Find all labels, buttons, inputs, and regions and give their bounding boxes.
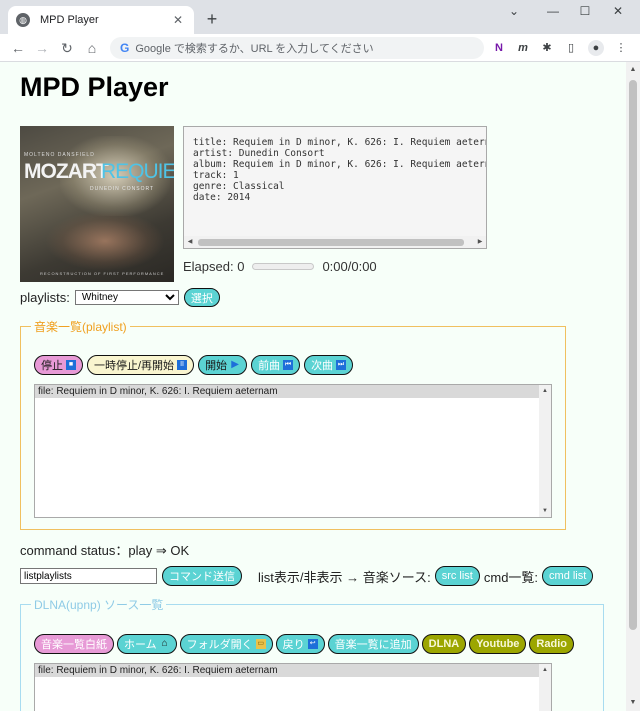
dlna-group-legend: DLNA(upnp) ソース一覧: [34, 598, 164, 612]
play-button[interactable]: 開始 ▶: [198, 355, 248, 375]
playlist-listbox[interactable]: file: Requiem in D minor, K. 626: I. Req…: [34, 384, 552, 518]
cmd-list-label: cmd一覧:: [483, 569, 539, 585]
playback-controls: 停止 ■ 一時停止/再開始 II 開始 ▶ 前曲 ⏮ 次曲 ⏭: [34, 355, 354, 375]
maximize-button[interactable]: ☐: [571, 4, 599, 18]
playlist-scrollbar[interactable]: ▲ ▼: [539, 385, 551, 517]
previous-track-button[interactable]: 前曲 ⏮: [251, 355, 301, 375]
next-icon: ⏭: [336, 360, 347, 370]
pause-resume-button[interactable]: 一時停止/再開始 II: [87, 355, 195, 375]
scroll-down-icon[interactable]: ▼: [626, 697, 640, 709]
elapsed-row: Elapsed: 0 0:00/0:00: [183, 259, 377, 274]
address-placeholder: Google で検索するか、URL を入力してください: [135, 43, 374, 55]
elapsed-progress-bar[interactable]: [252, 263, 315, 270]
reload-icon[interactable]: ↻: [57, 38, 77, 58]
youtube-source-button[interactable]: Youtube: [469, 634, 527, 654]
album-art: MOLTENO DANSFIELD MOZART REQUIEM DUNEDIN…: [20, 126, 174, 282]
google-icon: G: [120, 41, 130, 55]
profile-avatar-icon[interactable]: ●: [588, 40, 604, 56]
open-folder-button[interactable]: フォルダ開く ▭: [179, 634, 273, 654]
menu-dots-icon[interactable]: ⋮: [613, 40, 629, 56]
pause-icon: II: [177, 360, 188, 370]
scroll-up-icon[interactable]: ▲: [539, 665, 551, 675]
dlna-scrollbar[interactable]: ▲: [539, 664, 551, 711]
cmd-list-button[interactable]: cmd list: [542, 566, 594, 586]
list-toggle-label[interactable]: list表示/非表示 → 音楽ソース:: [258, 567, 431, 586]
back-icon: ↩: [307, 639, 318, 649]
back-arrow-icon[interactable]: ←: [8, 38, 28, 58]
send-command-button[interactable]: コマンド送信: [162, 566, 242, 586]
previous-icon: ⏮: [283, 360, 294, 370]
src-list-button[interactable]: src list: [434, 566, 480, 586]
scroll-up-icon[interactable]: ▲: [626, 64, 640, 76]
metadata-horizontal-scrollbar[interactable]: ◀ ▶: [184, 236, 486, 248]
address-bar[interactable]: G Google で検索するか、URL を入力してください: [110, 37, 484, 59]
home-icon[interactable]: ⌂: [82, 38, 102, 58]
playlist-group-legend: 音楽一覧(playlist): [34, 320, 127, 334]
album-art-subtitle: DUNEDIN CONSORT: [90, 186, 155, 192]
dlna-listbox[interactable]: file: Requiem in D minor, K. 626: I. Req…: [34, 663, 552, 711]
onenote-extension-icon[interactable]: N: [491, 40, 507, 56]
globe-icon: ◍: [16, 13, 30, 27]
extensions-puzzle-icon[interactable]: ✱: [539, 40, 555, 56]
command-input[interactable]: [20, 568, 157, 584]
tab-search-icon[interactable]: ⌄: [500, 4, 528, 18]
album-art-title-left: MOZART: [24, 160, 109, 183]
side-panel-icon[interactable]: ▯: [563, 40, 579, 56]
dlna-source-button[interactable]: DLNA: [421, 634, 467, 654]
window-close-button[interactable]: ✕: [604, 4, 632, 18]
scroll-up-icon[interactable]: ▲: [539, 386, 551, 396]
track-metadata-box[interactable]: title: Requiem in D minor, K. 626: I. Re…: [183, 126, 487, 249]
playlist-select[interactable]: Whitney: [74, 290, 179, 305]
elapsed-label: Elapsed: 0: [183, 259, 245, 274]
list-item[interactable]: file: Requiem in D minor, K. 626: I. Req…: [35, 664, 539, 677]
command-status: command status：play ⇒ OK: [20, 543, 190, 558]
minimize-button[interactable]: —: [539, 4, 567, 18]
page-title: MPD Player: [20, 72, 169, 102]
folder-icon: ▭: [255, 639, 266, 649]
browser-tabbar: ◍ MPD Player ✕ + ⌄ — ☐ ✕: [0, 0, 640, 34]
scroll-right-icon[interactable]: ▶: [474, 236, 486, 248]
dlna-home-button[interactable]: ホーム ⌂: [117, 634, 177, 654]
scroll-down-icon[interactable]: ▼: [539, 506, 551, 516]
tab-close-icon[interactable]: ✕: [170, 13, 186, 27]
album-art-title-right: REQUIEM: [101, 160, 174, 183]
list-item[interactable]: file: Requiem in D minor, K. 626: I. Req…: [35, 385, 539, 398]
page-scroll-thumb[interactable]: [629, 80, 637, 630]
new-tab-button[interactable]: +: [202, 9, 222, 29]
m-extension-icon[interactable]: m: [515, 40, 531, 56]
playlists-row: playlists: Whitney 選択: [20, 288, 220, 307]
stop-icon: ■: [66, 360, 76, 370]
play-icon: ▶: [231, 359, 239, 370]
command-row: コマンド送信 list表示/非表示 → 音楽ソース: src list cmd一…: [20, 566, 594, 586]
tab-title: MPD Player: [40, 14, 99, 26]
stop-button[interactable]: 停止 ■: [34, 355, 83, 375]
next-track-button[interactable]: 次曲 ⏭: [304, 355, 354, 375]
elapsed-time: 0:00/0:00: [322, 259, 377, 274]
browser-toolbar: ← → ↻ ⌂ G Google で検索するか、URL を入力してください N …: [0, 34, 640, 62]
radio-source-button[interactable]: Radio: [529, 634, 574, 654]
back-button[interactable]: 戻り ↩: [275, 634, 325, 654]
page-viewport: MPD Player MOLTENO DANSFIELD MOZART REQU…: [0, 62, 626, 711]
forward-arrow-icon[interactable]: →: [32, 38, 52, 58]
page-vertical-scrollbar[interactable]: ▲ ▼: [626, 62, 640, 711]
album-art-small-text: MOLTENO DANSFIELD: [24, 152, 95, 158]
house-icon: ⌂: [161, 638, 168, 649]
select-playlist-button[interactable]: 選択: [183, 288, 220, 307]
album-art-bottom-text: RECONSTRUCTION OF FIRST PERFORMANCE: [40, 271, 165, 276]
scroll-left-icon[interactable]: ◀: [184, 236, 196, 248]
dlna-controls: 音楽一覧白紙 ホーム ⌂ フォルダ開く ▭ 戻り ↩ 音楽一覧に追加 DLNA …: [34, 634, 574, 654]
browser-tab[interactable]: ◍ MPD Player ✕: [8, 6, 194, 34]
add-to-music-list-button[interactable]: 音楽一覧に追加: [327, 634, 419, 654]
playlists-label: playlists:: [20, 290, 70, 305]
clear-music-list-button[interactable]: 音楽一覧白紙: [34, 634, 114, 654]
track-metadata-text: title: Requiem in D minor, K. 626: I. Re…: [193, 137, 486, 203]
